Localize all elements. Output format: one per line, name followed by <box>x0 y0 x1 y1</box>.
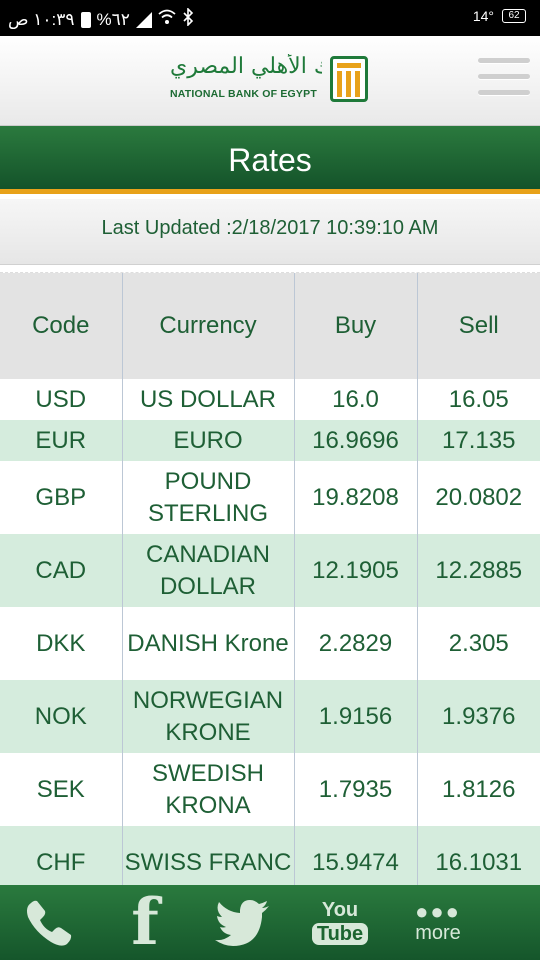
rates-table-container[interactable]: Code Currency Buy Sell USD US DOLLAR 16.… <box>0 272 540 885</box>
cell-currency: SWEDISH KRONA <box>122 753 295 826</box>
facebook-button[interactable]: f <box>115 885 175 960</box>
cell-sell: 12.2885 <box>417 534 540 607</box>
twitter-button[interactable] <box>210 885 276 960</box>
cell-buy: 16.0 <box>294 379 418 420</box>
cell-currency: EURO <box>122 420 295 461</box>
cell-currency: US DOLLAR <box>122 379 295 420</box>
column-header-code: Code <box>0 273 123 379</box>
rates-table: Code Currency Buy Sell USD US DOLLAR 16.… <box>0 273 540 885</box>
status-bar-left-group: ١٠:٣٩ ص %٦٢ <box>8 7 194 31</box>
cell-buy: 2.2829 <box>294 607 418 680</box>
table-row: SEK SWEDISH KRONA 1.7935 1.8126 <box>0 753 540 826</box>
cell-sell: 2.305 <box>417 607 540 680</box>
wifi-icon <box>158 9 176 30</box>
page-title-bar: Rates <box>0 126 540 194</box>
cell-code: SEK <box>0 753 123 826</box>
cell-currency: SWISS FRANC <box>122 826 295 885</box>
logo-arabic-text: البنك الأهلي المصري <box>170 54 322 79</box>
more-button[interactable]: ●●● more <box>402 885 474 960</box>
cell-code: CAD <box>0 534 123 607</box>
table-row: EUR EURO 16.9696 17.135 <box>0 420 540 461</box>
status-bar: ١٠:٣٩ ص %٦٢ 14° 62 <box>0 0 540 36</box>
twitter-icon <box>215 899 269 946</box>
cell-buy: 1.7935 <box>294 753 418 826</box>
bottom-nav: f You Tube ●●● more <box>0 885 540 960</box>
notification-badge: 62 <box>502 9 526 23</box>
logo-english-text: NATIONAL BANK OF EGYPT <box>170 88 317 100</box>
cell-code: USD <box>0 379 123 420</box>
more-label: more <box>415 921 461 944</box>
clock: ١٠:٣٩ ص <box>8 9 75 29</box>
last-updated-bar: Last Updated :2/18/2017 10:39:10 AM <box>0 199 540 265</box>
column-header-sell: Sell <box>417 273 540 379</box>
hamburger-menu-icon[interactable] <box>478 58 532 104</box>
facebook-icon: f <box>131 884 159 960</box>
table-row: CAD CANADIAN DOLLAR 12.1905 12.2885 <box>0 534 540 607</box>
cell-sell: 1.9376 <box>417 680 540 753</box>
cell-currency: NORWEGIAN KRONE <box>122 680 295 753</box>
column-header-currency: Currency <box>122 273 295 379</box>
cell-code: EUR <box>0 420 123 461</box>
cell-buy: 15.9474 <box>294 826 418 885</box>
table-row: CHF SWISS FRANC 15.9474 16.1031 <box>0 826 540 885</box>
battery-icon <box>80 11 91 28</box>
app-header: البنك الأهلي المصري NATIONAL BANK OF EGY… <box>0 36 540 126</box>
status-bar-right-group: 14° 62 <box>473 8 526 24</box>
cell-sell: 17.135 <box>417 420 540 461</box>
youtube-button[interactable]: You Tube <box>308 885 372 960</box>
cell-code: DKK <box>0 607 123 680</box>
bank-logo[interactable]: البنك الأهلي المصري NATIONAL BANK OF EGY… <box>170 54 370 110</box>
temperature: 14° <box>472 8 494 24</box>
cell-buy: 19.8208 <box>294 461 418 534</box>
phone-icon <box>27 900 72 946</box>
battery-percent: %٦٢ <box>96 9 130 29</box>
cell-buy: 1.9156 <box>294 680 418 753</box>
table-header-row: Code Currency Buy Sell <box>0 273 540 379</box>
cell-code: GBP <box>0 461 123 534</box>
cell-sell: 20.0802 <box>417 461 540 534</box>
cell-currency: CANADIAN DOLLAR <box>122 534 295 607</box>
table-row: NOK NORWEGIAN KRONE 1.9156 1.9376 <box>0 680 540 753</box>
cell-buy: 16.9696 <box>294 420 418 461</box>
cell-code: CHF <box>0 826 123 885</box>
more-dots-icon: ●●● <box>415 898 461 924</box>
last-updated-text: Last Updated :2/18/2017 10:39:10 AM <box>101 217 439 239</box>
phone-button[interactable] <box>14 885 84 960</box>
cell-sell: 1.8126 <box>417 753 540 826</box>
table-row: USD US DOLLAR 16.0 16.05 <box>0 379 540 420</box>
page-title: Rates <box>228 142 312 178</box>
cell-sell: 16.05 <box>417 379 540 420</box>
cell-buy: 12.1905 <box>294 534 418 607</box>
bluetooth-icon <box>182 7 194 31</box>
cell-code: NOK <box>0 680 123 753</box>
cell-sell: 16.1031 <box>417 826 540 885</box>
signal-icon <box>135 11 152 28</box>
cell-currency: POUND STERLING <box>122 461 295 534</box>
logo-emblem-icon <box>330 56 368 102</box>
table-row: GBP POUND STERLING 19.8208 20.0802 <box>0 461 540 534</box>
table-row: DKK DANISH Krone 2.2829 2.305 <box>0 607 540 680</box>
youtube-icon: You Tube <box>311 900 369 945</box>
column-header-buy: Buy <box>294 273 418 379</box>
cell-currency: DANISH Krone <box>122 607 295 680</box>
